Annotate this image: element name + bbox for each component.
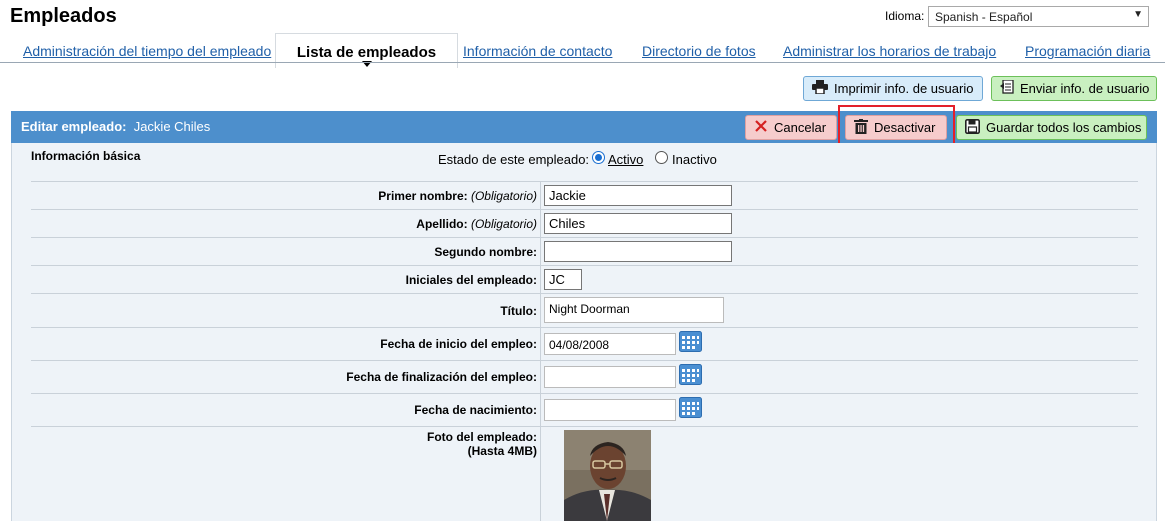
row-divider xyxy=(31,360,1138,361)
status-active-label[interactable]: Activo xyxy=(608,152,643,167)
close-icon xyxy=(754,119,768,136)
chevron-down-icon: ▼ xyxy=(1133,9,1143,20)
employee-photo-label-text: Foto del empleado: xyxy=(427,430,538,444)
birth-date-input[interactable] xyxy=(544,399,676,421)
required-note: (Obligatorio) xyxy=(470,217,537,231)
send-user-info-label: Enviar info. de usuario xyxy=(1020,81,1150,96)
cancel-label: Cancelar xyxy=(774,120,827,135)
end-date-input[interactable] xyxy=(544,366,676,388)
row-divider xyxy=(31,393,1138,394)
send-user-info-button[interactable]: Enviar info. de usuario xyxy=(991,76,1157,101)
employee-photo-limit: (Hasta 4MB) xyxy=(467,444,537,458)
employee-photo-label: Foto del empleado: (Hasta 4MB) xyxy=(427,430,537,458)
edit-employee-prefix: Editar empleado: xyxy=(21,119,127,134)
status-active-radio[interactable] xyxy=(592,151,605,164)
middle-name-input[interactable] xyxy=(544,241,732,262)
row-divider xyxy=(31,265,1138,266)
calendar-icon[interactable] xyxy=(679,397,702,418)
start-date-input[interactable]: 04/08/2008 xyxy=(544,333,676,355)
cancel-button[interactable]: Cancelar xyxy=(745,115,837,140)
save-all-changes-label: Guardar todos los cambios xyxy=(986,120,1142,135)
tab-manage-schedules[interactable]: Administrar los horarios de trabajo xyxy=(783,43,996,59)
save-all-changes-button[interactable]: Guardar todos los cambios xyxy=(956,115,1147,140)
row-divider xyxy=(31,327,1138,328)
tabs-divider xyxy=(0,62,1165,63)
row-divider xyxy=(31,237,1138,238)
first-name-input[interactable]: Jackie xyxy=(544,185,732,206)
page-title: Empleados xyxy=(10,5,117,27)
row-divider xyxy=(31,426,1138,427)
row-divider xyxy=(31,293,1138,294)
initials-input[interactable]: JC xyxy=(544,269,582,290)
language-select[interactable]: Spanish - Español ▼ xyxy=(928,6,1149,27)
status-inactive-radio[interactable] xyxy=(655,151,668,164)
tab-photo-directory[interactable]: Directorio de fotos xyxy=(642,43,756,59)
language-value: Spanish - Español xyxy=(935,10,1033,24)
required-note: (Obligatorio) xyxy=(470,189,537,203)
tab-contact-info[interactable]: Información de contacto xyxy=(463,43,612,59)
calendar-icon[interactable] xyxy=(679,331,702,352)
job-title-input[interactable]: Night Doorman xyxy=(544,297,724,323)
tab-time-management[interactable]: Administración del tiempo del empleado xyxy=(23,43,271,59)
calendar-icon[interactable] xyxy=(679,364,702,385)
status-inactive-label[interactable]: Inactivo xyxy=(672,152,717,167)
language-label: Idioma: xyxy=(885,9,925,23)
edit-employee-title: Editar empleado: Jackie Chiles xyxy=(21,119,210,134)
middle-name-label: Segundo nombre: xyxy=(434,245,537,259)
birth-date-label: Fecha de nacimiento: xyxy=(414,403,537,417)
status-label: Estado de este empleado: xyxy=(438,152,590,167)
employee-name: Jackie Chiles xyxy=(133,119,211,134)
column-divider xyxy=(540,181,541,521)
start-date-label: Fecha de inicio del empleo: xyxy=(380,337,537,351)
row-divider xyxy=(31,209,1138,210)
section-basic-info: Información básica xyxy=(31,149,141,163)
job-title-label: Título: xyxy=(500,304,537,318)
employee-photo[interactable] xyxy=(564,430,651,521)
last-name-label-text: Apellido: xyxy=(416,217,468,231)
printer-icon xyxy=(812,80,828,97)
first-name-label-text: Primer nombre: xyxy=(378,189,468,203)
last-name-label: Apellido: (Obligatorio) xyxy=(416,217,537,231)
row-divider xyxy=(31,181,1138,182)
save-icon xyxy=(965,118,980,137)
initials-label: Iniciales del empleado: xyxy=(405,273,537,287)
tab-daily-schedule[interactable]: Programación diaria xyxy=(1025,43,1150,59)
end-date-label: Fecha de finalización del empleo: xyxy=(346,370,537,384)
print-user-info-button[interactable]: Imprimir info. de usuario xyxy=(803,76,983,101)
first-name-label: Primer nombre: (Obligatorio) xyxy=(378,189,537,203)
send-document-icon xyxy=(1000,79,1014,97)
print-user-info-label: Imprimir info. de usuario xyxy=(834,81,974,96)
tab-employee-list-label: Lista de empleados xyxy=(296,44,437,61)
last-name-input[interactable]: Chiles xyxy=(544,213,732,234)
